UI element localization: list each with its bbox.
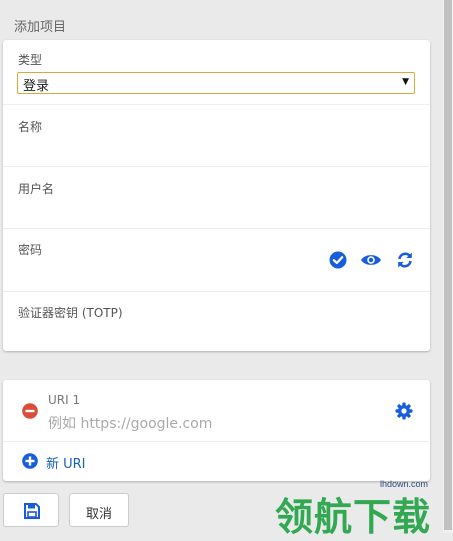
gear-icon[interactable]	[395, 402, 415, 422]
uri-input[interactable]: 例如 https://google.com	[48, 413, 212, 433]
uri-label: URI 1	[48, 393, 81, 407]
scrollbar[interactable]	[443, 0, 453, 533]
check-circle-icon[interactable]	[329, 251, 349, 271]
save-icon	[23, 502, 43, 522]
save-button[interactable]	[3, 493, 59, 527]
cancel-button-label: 取消	[85, 507, 112, 522]
cancel-button[interactable]: 取消	[69, 493, 129, 527]
password-field[interactable]: 密码	[3, 229, 430, 292]
section-title: 添加项目	[14, 20, 67, 35]
username-label: 用户名	[18, 182, 55, 196]
type-field: 类型 登录 ▼	[3, 40, 430, 105]
refresh-icon[interactable]	[396, 251, 416, 271]
password-label: 密码	[18, 243, 43, 257]
item-details-card: 类型 登录 ▼ 名称 用户名 密码 验证器密钥 (TOTP)	[3, 40, 430, 351]
type-select-value: 登录	[23, 79, 50, 94]
chevron-down-icon: ▼	[402, 77, 409, 87]
minus-circle-icon[interactable]	[22, 403, 42, 423]
name-field[interactable]: 名称	[3, 105, 430, 167]
watermark-logo: lhdown.com 领航下载	[270, 472, 453, 539]
totp-label: 验证器密钥 (TOTP)	[18, 306, 123, 320]
eye-icon[interactable]	[360, 251, 382, 271]
scrollbar-thumb[interactable]	[444, 0, 452, 530]
type-select[interactable]: 登录 ▼	[17, 72, 415, 94]
username-field[interactable]: 用户名	[3, 167, 430, 229]
uri-divider	[3, 441, 430, 442]
plus-circle-icon[interactable]	[22, 453, 42, 473]
type-label: 类型	[18, 53, 43, 67]
new-uri-button[interactable]: 新 URI	[46, 453, 86, 472]
name-label: 名称	[18, 120, 43, 134]
uri-card: URI 1 例如 https://google.com 新 URI	[3, 380, 430, 481]
totp-field[interactable]: 验证器密钥 (TOTP)	[3, 292, 430, 354]
